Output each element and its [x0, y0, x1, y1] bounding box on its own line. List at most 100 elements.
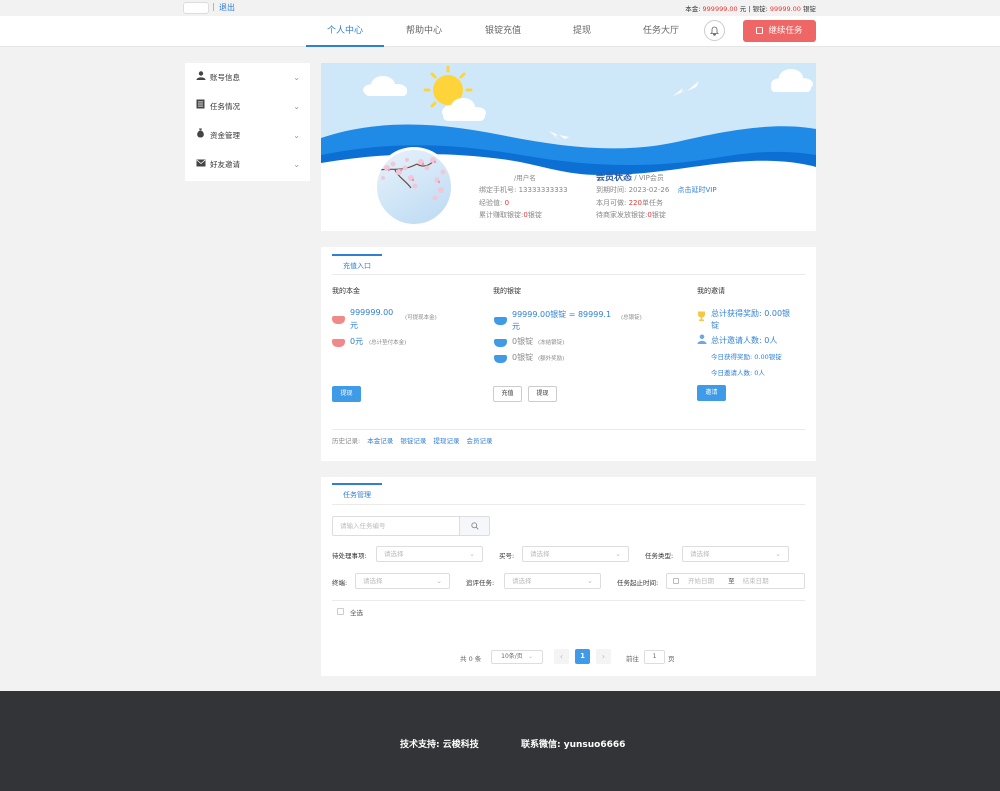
- page-number-current[interactable]: 1: [575, 649, 590, 664]
- ingot-recharge-button[interactable]: 充值: [493, 386, 522, 402]
- coin-icon: [332, 316, 345, 324]
- review-filter-label: 追评任务:: [466, 579, 495, 587]
- history-principal-link[interactable]: 本金记录: [367, 437, 393, 445]
- history-member-link[interactable]: 会员记录: [467, 437, 493, 445]
- buyer-filter-select[interactable]: 请选择 ⌄: [522, 546, 629, 562]
- pending-unit: 银锭: [651, 211, 666, 219]
- bell-icon[interactable]: [704, 20, 725, 41]
- chevron-down-icon: ⌄: [469, 550, 475, 558]
- sidebar-item-invite[interactable]: 好友邀请 ⌄: [185, 150, 310, 179]
- profile-card: /用户名 绑定手机号: 13333333333 经验值: 0 累计赚取银锭:0银…: [321, 63, 816, 231]
- start-date-input[interactable]: 开始日期: [688, 577, 714, 585]
- member-type: / VIP会员: [634, 174, 664, 182]
- ingot-icon: [494, 339, 507, 347]
- monthly-label: 本月可做:: [596, 199, 627, 207]
- chevron-down-icon: ⌄: [293, 131, 300, 140]
- pending-filter-label: 待处理事项:: [332, 552, 367, 560]
- list-icon: [196, 93, 206, 122]
- task-calendar-icon: [756, 27, 764, 34]
- renew-vip-link[interactable]: 点击延时VIP: [678, 186, 717, 194]
- mail-icon: [196, 151, 206, 180]
- user-avatar-mini[interactable]: [183, 2, 209, 14]
- search-icon[interactable]: [459, 516, 490, 536]
- divider: [332, 429, 805, 430]
- chevron-down-icon: ⌄: [527, 653, 533, 660]
- continue-task-label: 继续任务: [768, 26, 803, 36]
- type-filter-select[interactable]: 请选择 ⌄: [682, 546, 789, 562]
- goto-page-input[interactable]: 1: [644, 650, 665, 664]
- principal-amount-unit: 元: [350, 321, 358, 330]
- bonus-ingot: 0银锭: [512, 353, 534, 362]
- calendar-icon: [673, 578, 679, 584]
- page-size-value: 10条/页: [501, 653, 523, 660]
- history-withdraw-link[interactable]: 提现记录: [433, 437, 459, 445]
- logout-link[interactable]: 退出: [219, 2, 235, 13]
- date-range-picker[interactable]: 开始日期 至 结束日期: [666, 573, 805, 589]
- invite-title: 我的邀请: [697, 287, 725, 295]
- balance-divider: |: [748, 5, 751, 13]
- type-filter-placeholder: 请选择: [690, 550, 710, 558]
- exp-row: 经验值: 0: [479, 198, 509, 208]
- advance-note: (总计垫付本金): [369, 340, 407, 346]
- review-filter-select[interactable]: 请选择 ⌄: [504, 573, 601, 589]
- footer-support: 技术支持: 云梭科技: [400, 740, 479, 750]
- earned-label: 累计赚取银锭:: [479, 211, 524, 219]
- avatar[interactable]: [374, 147, 454, 227]
- coin-icon: [332, 339, 345, 347]
- end-date-input[interactable]: 结束日期: [743, 577, 769, 585]
- principal-withdraw-button[interactable]: 提现: [332, 386, 361, 402]
- balance-summary: 本金: 999999.00 元 | 银锭: 99999.00 银锭: [685, 3, 816, 13]
- total-reward-unit: 锭: [711, 321, 719, 330]
- ingot-title: 我的银锭: [493, 287, 521, 295]
- page-size-select[interactable]: 10条/页 ⌄: [491, 650, 543, 664]
- history-ingot-link[interactable]: 银锭记录: [400, 437, 426, 445]
- sidebar-item-tasks[interactable]: 任务情况 ⌄: [185, 92, 310, 121]
- avatar-image: [377, 157, 446, 201]
- divider: [332, 274, 805, 275]
- phone-label: 绑定手机号:: [479, 186, 517, 194]
- trophy-icon: [697, 311, 706, 324]
- pending-filter-placeholder: 请选择: [384, 550, 404, 558]
- ingot-icon: [494, 355, 507, 363]
- nav-task-hall[interactable]: 任务大厅: [622, 16, 700, 47]
- sidebar-item-funds[interactable]: 资金管理 ⌄: [185, 121, 310, 150]
- continue-task-button[interactable]: 继续任务: [743, 20, 816, 42]
- nav-ingot-recharge[interactable]: 银锭充值: [464, 16, 542, 47]
- next-page-button[interactable]: ›: [596, 649, 611, 664]
- principal-amount: 999999.00: [350, 308, 394, 317]
- select-all-checkbox[interactable]: [337, 608, 344, 615]
- expire-label: 到期时间:: [596, 186, 627, 194]
- terminal-filter-select[interactable]: 请选择 ⌄: [355, 573, 450, 589]
- tab-recharge[interactable]: 充值入口: [332, 254, 382, 276]
- ingot-value: 99999.00: [769, 5, 801, 13]
- ingot-label: 银锭:: [752, 5, 768, 13]
- sidebar-item-account[interactable]: 账号信息 ⌄: [185, 63, 310, 92]
- ingot-amount: 99999.00银锭 = 89999.1: [512, 310, 612, 319]
- expire-value: 2023-02-26: [628, 186, 670, 194]
- prev-page-button[interactable]: ‹: [554, 649, 569, 664]
- frozen-note: (冻结银锭): [538, 340, 565, 346]
- nav-personal-center[interactable]: 个人中心: [306, 16, 384, 47]
- chevron-down-icon: ⌄: [293, 73, 300, 82]
- monthly-value: 220: [628, 199, 642, 207]
- nav-withdraw[interactable]: 提现: [543, 16, 621, 47]
- people-icon: [697, 334, 707, 346]
- ingot-withdraw-button[interactable]: 提现: [528, 386, 557, 402]
- task-card: 任务管理 请输入任务编号 待处理事项: 请选择 ⌄ 买号: 请选择 ⌄ 任务类型: …: [321, 477, 816, 676]
- monthly-unit: 单任务: [641, 199, 663, 207]
- nav-help-center[interactable]: 帮助中心: [385, 16, 463, 47]
- frozen-ingot: 0银锭: [512, 337, 534, 346]
- phone-row: 绑定手机号: 13333333333: [479, 185, 568, 195]
- top-bar: | 退出 本金: 999999.00 元 | 银锭: 99999.00 银锭: [0, 0, 1000, 16]
- pending-filter-select[interactable]: 请选择 ⌄: [376, 546, 483, 562]
- tab-task-management[interactable]: 任务管理: [332, 483, 382, 505]
- sidebar: 账号信息 ⌄ 任务情况 ⌄ 资金管理 ⌄ 好友邀请 ⌄: [185, 63, 310, 181]
- principal-title: 我的本金: [332, 287, 360, 295]
- money-bag-icon: [196, 122, 206, 151]
- member-status-title: 会员状态: [596, 173, 633, 183]
- principal-unit: 元: [739, 5, 747, 13]
- sidebar-item-label: 账号信息: [210, 73, 240, 82]
- history-label: 历史记录:: [332, 437, 361, 445]
- task-search-input[interactable]: 请输入任务编号: [332, 516, 460, 536]
- invite-button[interactable]: 邀请: [697, 385, 726, 401]
